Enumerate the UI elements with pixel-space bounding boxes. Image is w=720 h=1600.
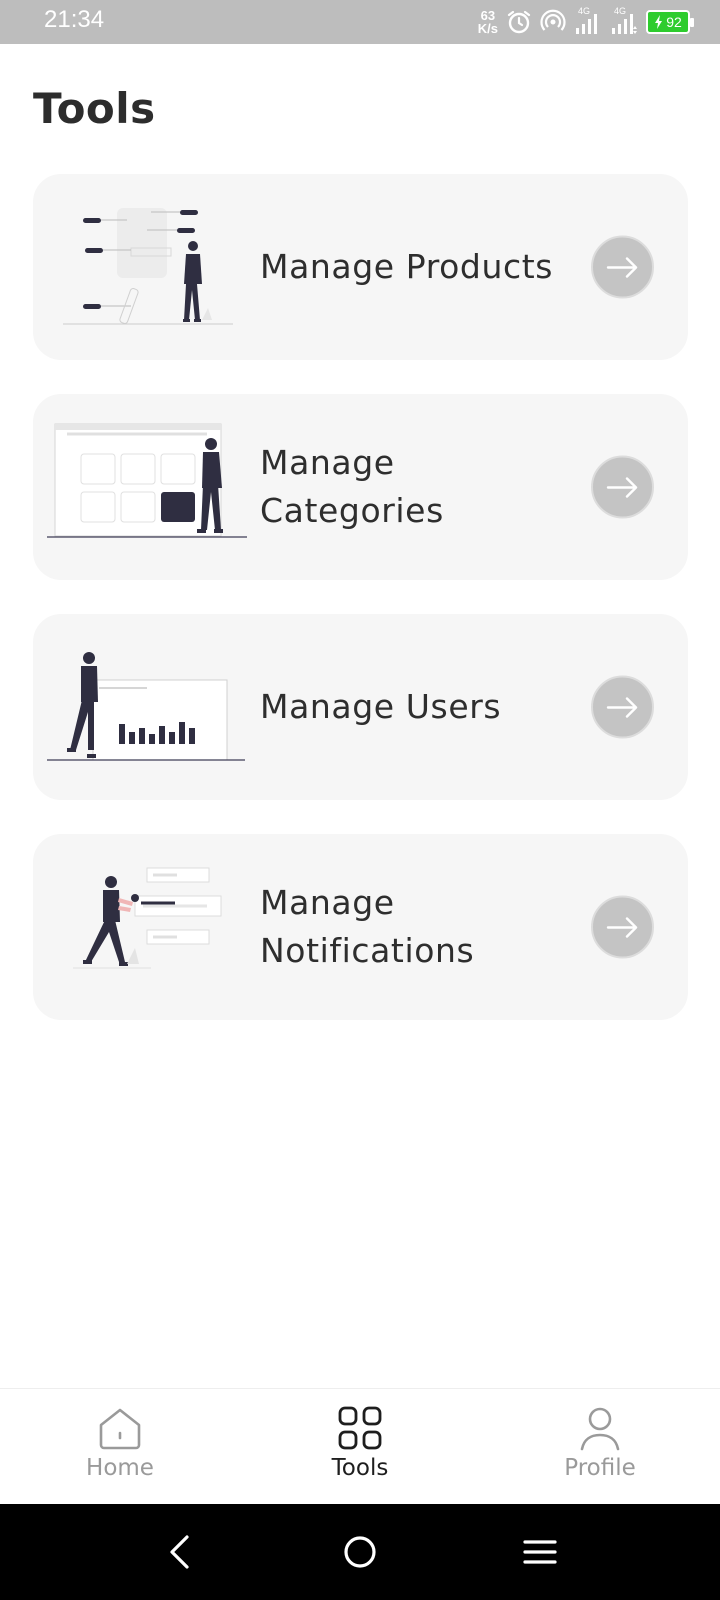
arrow-right-icon <box>606 256 637 278</box>
manage-users-arrow-button[interactable] <box>591 675 654 739</box>
signal-icon-sim2: 4G <box>610 6 638 36</box>
system-back-button[interactable] <box>156 1532 204 1572</box>
battery-icon: 92 <box>646 10 694 34</box>
manage-notifications-arrow-button[interactable] <box>591 895 654 959</box>
nav-label-profile: Profile <box>564 1455 636 1481</box>
nav-label-home: Home <box>86 1455 154 1481</box>
manage-products-label: Manage Products <box>260 247 554 286</box>
nav-item-tools[interactable]: Tools <box>280 1405 440 1481</box>
manage-products-arrow-button[interactable] <box>591 235 654 299</box>
manage-notifications-label: Manage Notifications <box>260 883 475 970</box>
signal-icon-sim1: 4G <box>574 6 602 36</box>
menu-icon <box>523 1540 557 1564</box>
network-speed-unit: K/s <box>477 21 498 36</box>
hotspot-icon <box>540 9 566 35</box>
notifications-illustration <box>47 858 247 998</box>
users-chart-illustration <box>47 638 247 778</box>
product-list-illustration <box>47 198 247 338</box>
home-icon <box>99 1408 141 1450</box>
system-navigation-bar <box>0 1504 720 1600</box>
manage-users-card[interactable]: Manage Users <box>33 614 688 800</box>
page-title: Tools <box>33 84 156 133</box>
network-type-label-2: 4G <box>614 6 627 16</box>
grid-icon <box>338 1406 382 1450</box>
manage-products-card[interactable]: Manage Products <box>33 174 688 360</box>
system-home-button[interactable] <box>336 1532 384 1572</box>
nav-item-home[interactable]: Home <box>40 1407 200 1481</box>
category-grid-illustration <box>47 418 247 558</box>
status-bar: 21:34 63 K/s 4G 4G 92 <box>0 0 720 44</box>
arrow-right-icon <box>606 476 637 498</box>
alarm-icon <box>506 9 532 35</box>
manage-users-label: Manage Users <box>260 687 502 726</box>
manage-categories-arrow-button[interactable] <box>591 455 654 519</box>
manage-categories-card[interactable]: Manage Categories <box>33 394 688 580</box>
network-type-label-1: 4G <box>578 6 591 16</box>
arrow-right-icon <box>606 916 637 938</box>
status-icons: 63 K/s 4G 4G 92 <box>478 6 694 38</box>
back-chevron-icon <box>170 1535 189 1569</box>
user-icon <box>580 1407 620 1451</box>
manage-notifications-card[interactable]: Manage Notifications <box>33 834 688 1020</box>
bottom-navigation: Home Tools Profile <box>0 1388 720 1504</box>
manage-categories-label: Manage Categories <box>260 443 444 530</box>
arrow-right-icon <box>606 696 637 718</box>
system-menu-button[interactable] <box>516 1532 564 1572</box>
network-speed: 63 K/s <box>478 9 498 35</box>
nav-item-profile[interactable]: Profile <box>520 1407 680 1481</box>
battery-level: 92 <box>666 14 682 30</box>
home-circle-icon <box>344 1536 376 1568</box>
nav-label-tools: Tools <box>331 1455 389 1481</box>
status-time: 21:34 <box>44 6 105 33</box>
